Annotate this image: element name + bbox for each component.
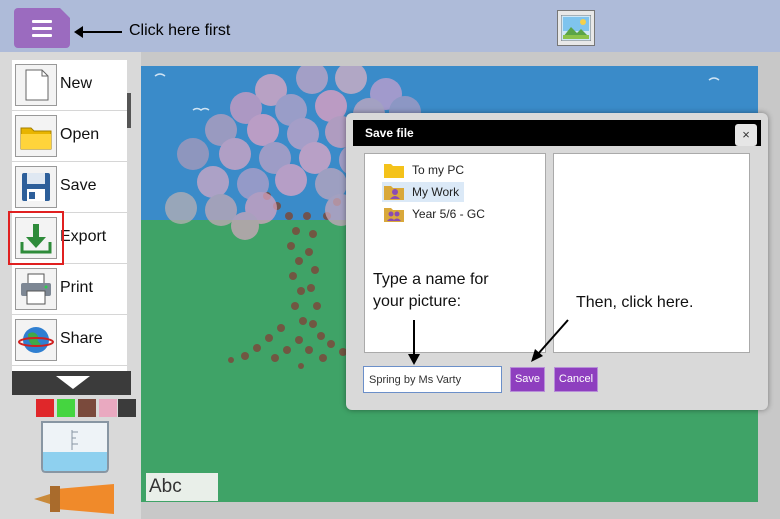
save-button[interactable]: Save xyxy=(510,367,545,392)
save-file-dialog: Save file × To my PC My Work Year 5/6 - … xyxy=(346,113,768,410)
click-instruction-note: Then, click here. xyxy=(576,294,694,311)
folder-to-my-pc[interactable]: To my PC xyxy=(382,160,464,180)
hamburger-icon-line xyxy=(32,34,52,37)
name-instruction-note: Type a name for your picture: xyxy=(373,271,489,310)
menu-item-print[interactable]: Print xyxy=(12,264,127,315)
globe-icon xyxy=(15,319,57,361)
file-preview-pane: Then, click here. xyxy=(553,153,750,353)
color-swatch-brown[interactable] xyxy=(78,399,96,417)
hamburger-icon xyxy=(32,20,52,23)
color-swatch-dark[interactable] xyxy=(118,399,136,417)
menu-item-label: Export xyxy=(60,228,107,245)
filename-input[interactable] xyxy=(363,366,502,393)
folder-year-5-6-gc[interactable]: Year 5/6 - GC xyxy=(382,204,485,224)
color-swatch-pink[interactable] xyxy=(99,399,117,417)
folder-label: To my PC xyxy=(412,163,465,177)
group-folder-icon xyxy=(384,208,404,222)
new-page-icon xyxy=(15,64,57,106)
more-tools-button[interactable] xyxy=(12,371,131,395)
text-tool-button[interactable]: Abc xyxy=(146,473,218,501)
dialog-title: Save file xyxy=(353,120,761,146)
menu-item-new[interactable]: New xyxy=(12,60,127,111)
menu-item-label: Print xyxy=(60,279,93,296)
menu-item-share[interactable]: Share xyxy=(12,315,127,366)
folder-list: To my PC My Work Year 5/6 - GC Type a na… xyxy=(364,153,546,353)
folder-icon xyxy=(15,115,57,157)
folder-label: My Work xyxy=(412,185,460,199)
menu-button[interactable] xyxy=(14,8,70,48)
color-swatch-red[interactable] xyxy=(36,399,54,417)
hamburger-icon-line xyxy=(32,27,52,30)
printer-icon xyxy=(15,268,57,310)
floppy-disk-icon xyxy=(15,166,57,208)
menu-item-label: New xyxy=(60,75,93,92)
cancel-button[interactable]: Cancel xyxy=(554,367,598,392)
color-swatch-green[interactable] xyxy=(57,399,75,417)
folder-my-work[interactable]: My Work xyxy=(382,182,464,202)
paintbrush-icon[interactable] xyxy=(34,484,116,514)
insert-picture-button[interactable] xyxy=(557,10,595,46)
menu-item-save[interactable]: Save xyxy=(12,162,127,213)
menu-item-label: Open xyxy=(60,126,100,143)
save-highlight-box xyxy=(8,211,64,265)
folder-label: Year 5/6 - GC xyxy=(412,207,485,221)
hint-label: Click here first xyxy=(129,22,231,39)
menu-item-label: Save xyxy=(60,177,97,194)
top-toolbar: Click here first xyxy=(0,0,780,52)
picture-icon xyxy=(561,15,591,41)
close-button[interactable]: × xyxy=(735,124,757,146)
left-sidebar: New Open Save Export Print Share xyxy=(0,52,141,519)
menu-scrollbar[interactable] xyxy=(127,93,131,128)
menu-item-label: Share xyxy=(60,330,103,347)
hint-arrow xyxy=(74,26,122,38)
folder-icon xyxy=(384,164,404,178)
user-folder-icon xyxy=(384,186,404,200)
menu-item-open[interactable]: Open xyxy=(12,111,127,162)
water-beaker-icon[interactable] xyxy=(38,420,112,474)
fold-corner xyxy=(60,8,70,18)
chevron-down-icon xyxy=(56,376,90,389)
